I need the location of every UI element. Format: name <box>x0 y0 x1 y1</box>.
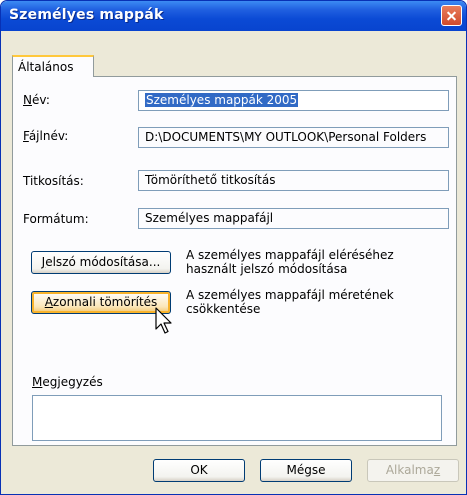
filename-field[interactable]: D:\DOCUMENTS\MY OUTLOOK\Personal Folders <box>138 127 449 148</box>
compact-now-button[interactable]: Azonnali tömörítés <box>31 291 171 314</box>
encryption-label: Titkosítás: <box>23 174 84 188</box>
change-password-button[interactable]: Jelszó módosítása... <box>31 251 171 274</box>
title-bar[interactable]: Személyes mappák <box>1 1 466 31</box>
notes-label: Megjegyzés <box>32 375 103 389</box>
format-value: Személyes mappafájl <box>145 211 274 225</box>
cancel-button[interactable]: Mégse <box>260 459 352 482</box>
window-title: Személyes mappák <box>9 7 164 23</box>
format-field: Személyes mappafájl <box>138 208 449 229</box>
mouse-pointer-icon <box>155 307 172 334</box>
filename-label: Fájlnév: <box>23 129 69 143</box>
notes-textarea[interactable] <box>32 395 442 441</box>
encryption-value: Tömöríthető titkosítás <box>145 173 276 187</box>
compact-now-description: A személyes mappafájl méretének csökkent… <box>186 288 394 316</box>
name-value: Személyes mappák 2005 <box>145 93 299 107</box>
name-field[interactable]: Személyes mappák 2005 <box>138 90 449 111</box>
tab-general-label: Általános <box>18 60 74 74</box>
close-icon[interactable] <box>441 5 462 26</box>
encryption-field: Tömöríthető titkosítás <box>138 170 449 191</box>
change-password-description: A személyes mappafájl eléréséhez használ… <box>186 248 394 276</box>
ok-button[interactable]: OK <box>153 459 245 482</box>
apply-button: Alkalmaz <box>367 459 459 482</box>
tab-general[interactable]: Általános <box>12 55 94 77</box>
format-label: Formátum: <box>23 212 89 226</box>
dialog-window: Személyes mappák Általános Név: Személye… <box>0 0 467 495</box>
name-label: Név: <box>23 93 50 107</box>
filename-value: D:\DOCUMENTS\MY OUTLOOK\Personal Folders <box>145 130 427 144</box>
